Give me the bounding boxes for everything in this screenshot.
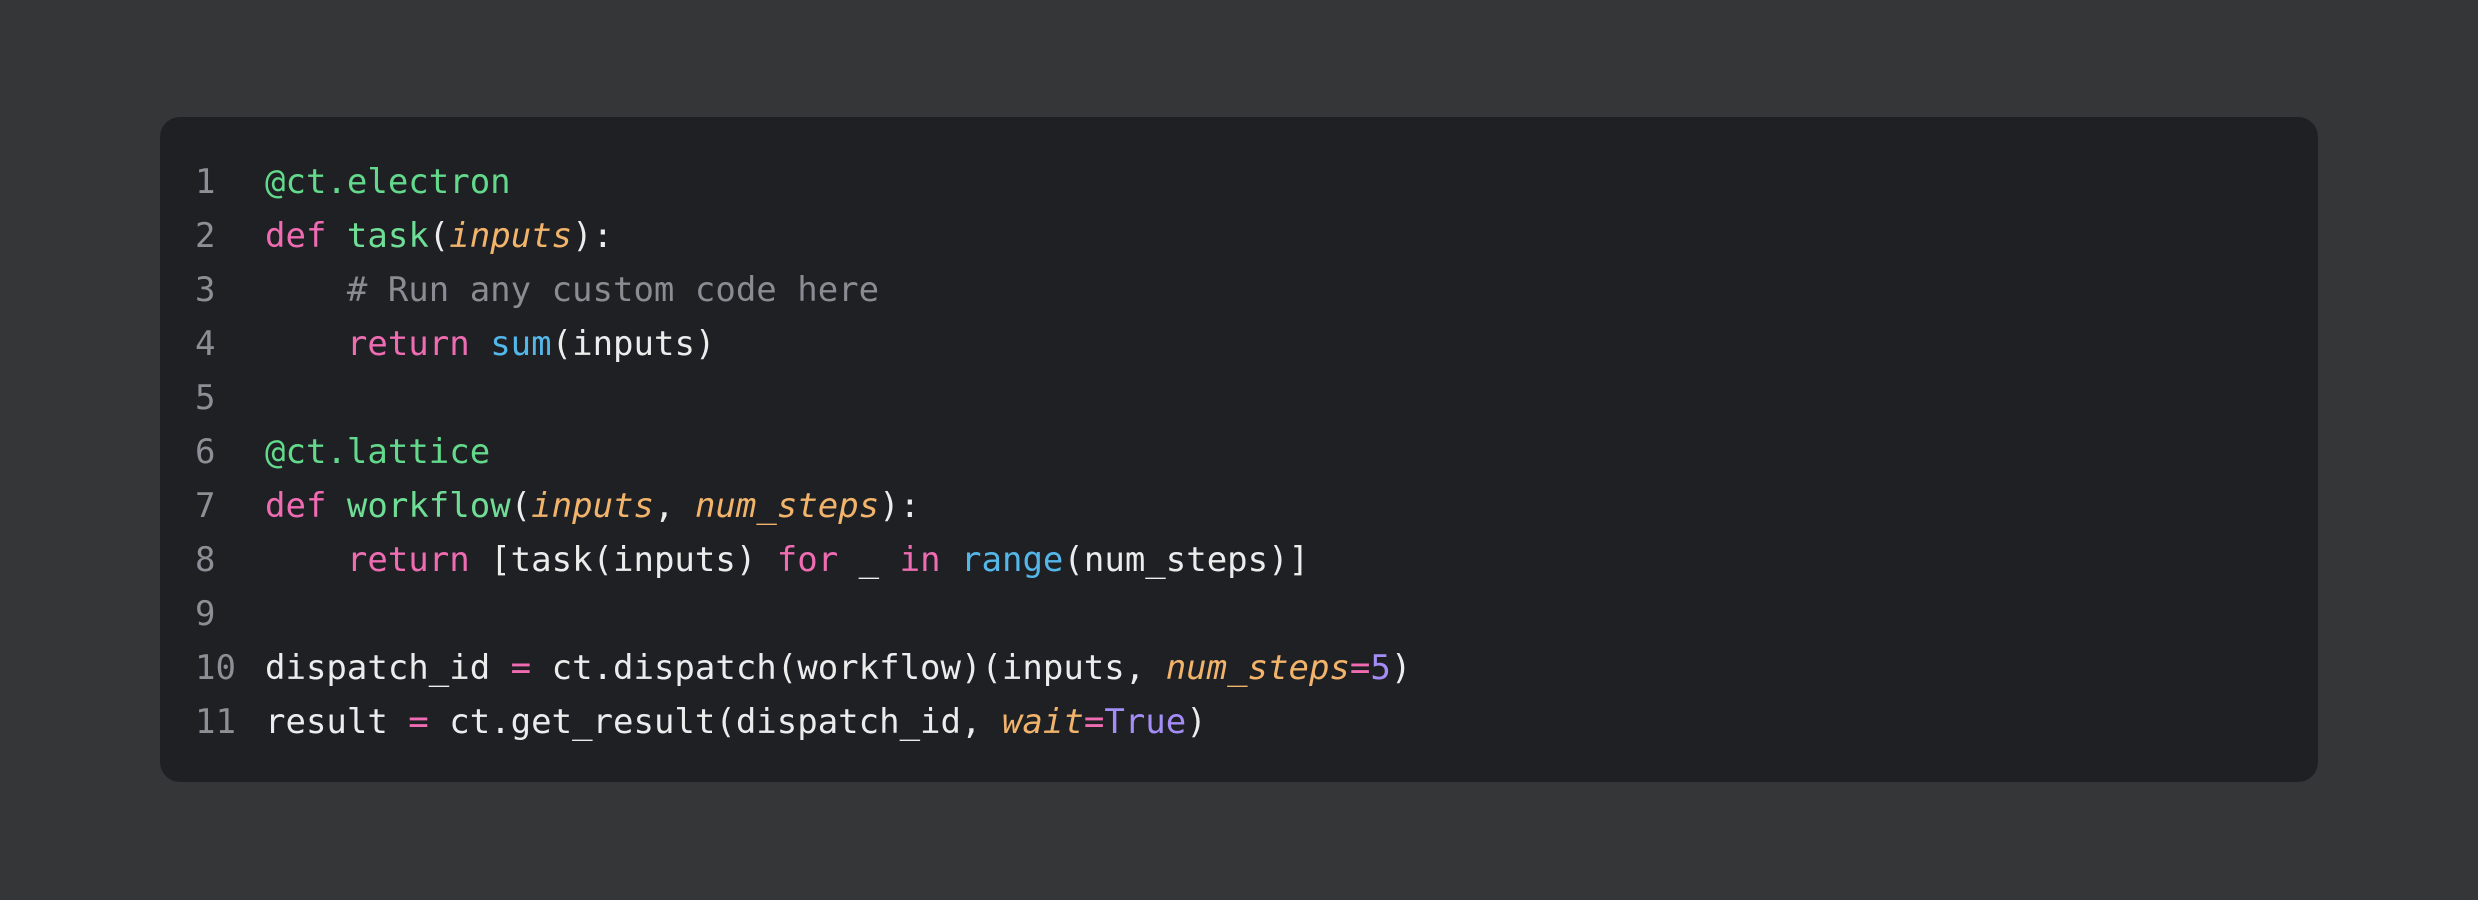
code-token-number: 5 [1370,648,1391,688]
code-line: 8 return [task(inputs) for _ in range(nu… [160,533,2318,587]
code-token-plain: dispatch_id [265,648,511,688]
code-token-keyword: def [265,216,327,256]
code-token-decorator: @ct.lattice [265,432,491,472]
code-token-builtin: range [961,540,1064,580]
code-token-plain: ): [879,486,921,526]
line-number: 11 [195,702,236,742]
code-token-plain: ct.dispatch(workflow)(inputs, [531,648,1166,688]
code-token-param: inputs [531,486,654,526]
line-code: @ct.electron [265,155,511,209]
code-token-plain: , [653,486,695,526]
code-token-plain: (inputs) [551,324,716,364]
code-line: 5 [160,371,2318,425]
line-number: 5 [195,378,216,418]
line-code: dispatch_id = ct.dispatch(workflow)(inpu… [265,641,1411,695]
code-token-plain: result [265,702,409,742]
line-code: # Run any custom code here [265,263,879,317]
code-token-plain: ( [428,216,450,256]
code-token-operator: = [1349,648,1371,688]
code-token-param: inputs [449,216,573,256]
code-token-plain: ) [1186,702,1207,742]
code-token-plain: ( [510,486,532,526]
code-token-plain: [task(inputs) [469,540,777,580]
line-number: 6 [195,432,216,472]
line-code: def task(inputs): [265,209,613,263]
code-line: 3 # Run any custom code here [160,263,2318,317]
line-number: 7 [195,486,216,526]
line-number: 10 [195,648,236,688]
code-token-keyword: def [265,486,327,526]
code-token-keyword: in [899,540,941,580]
code-line: 1 @ct.electron [160,155,2318,209]
code-token-constant: True [1104,702,1187,742]
line-number: 2 [195,216,216,256]
code-token-param: num_steps [1165,648,1350,688]
code-line: 7 def workflow(inputs, num_steps): [160,479,2318,533]
code-token-keyword: return [346,540,470,580]
code-token-param: num_steps [694,486,880,526]
line-code: @ct.lattice [265,425,490,479]
code-token-keyword: return [346,324,470,364]
code-line: 6 @ct.lattice [160,425,2318,479]
code-token-operator: = [408,702,429,742]
line-code: return sum(inputs) [265,317,716,371]
code-line: 9 [160,587,2318,641]
code-line: 4 return sum(inputs) [160,317,2318,371]
code-token-operator: = [1083,702,1105,742]
line-code: def workflow(inputs, num_steps): [265,479,920,533]
code-token-builtin: sum [490,324,552,364]
code-token-plain: _ [838,540,900,580]
code-token-plain: (num_steps)] [1063,540,1310,580]
code-token-decorator: @ct.electron [265,162,511,202]
code-token-operator: = [510,648,532,688]
code-block: 1 @ct.electron 2 def task(inputs): 3 # Run a… [160,117,2318,782]
code-line: 2 def task(inputs): [160,209,2318,263]
code-line: 11 result = ct.get_result(dispatch_id, wa… [160,695,2318,749]
code-token-keyword: for [776,540,839,580]
code-token-param: wait [1001,702,1084,742]
line-number: 3 [195,270,216,310]
line-number: 4 [195,324,216,364]
line-code: return [task(inputs) for _ in range(num_… [265,533,1309,587]
code-lines: 1 @ct.electron 2 def task(inputs): 3 # Run a… [160,155,2318,749]
line-number: 8 [195,540,216,580]
code-token-funcname: task [346,216,429,256]
code-token-plain: ct.get_result(dispatch_id, [428,702,1002,742]
code-token-plain: ): [572,216,614,256]
code-token-plain: ) [1390,648,1412,688]
line-number: 9 [195,594,216,634]
line-number: 1 [195,162,216,202]
code-token-funcname: workflow [346,486,511,526]
line-code: result = ct.get_result(dispatch_id, wait… [265,695,1207,749]
code-line: 10 dispatch_id = ct.dispatch(workflow)(in… [160,641,2318,695]
code-token-comment: # Run any custom code here [346,270,880,310]
